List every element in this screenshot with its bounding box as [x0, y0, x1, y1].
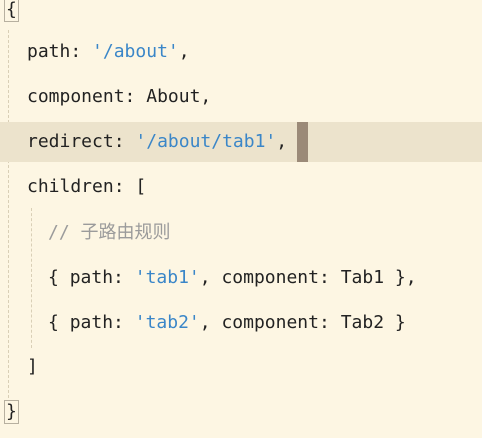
string-literal: 'tab2': [134, 312, 200, 333]
code-line-2: path: '/about',: [27, 41, 190, 62]
string-literal: '/about/tab1': [135, 131, 277, 152]
matched-brace-close: }: [4, 400, 19, 424]
bracket-open: [: [135, 176, 147, 197]
code-line-1: {: [4, 0, 482, 30]
code-line-8: { path: 'tab2', component: Tab2 }: [48, 312, 406, 333]
identifier: Tab1: [340, 267, 385, 288]
property-key: component: [221, 267, 319, 288]
identifier: Tab2: [340, 312, 385, 333]
code-line-3: component: About,: [27, 86, 212, 107]
code-editor[interactable]: { path: '/about', component: About, redi…: [0, 0, 482, 438]
code-line-9: ]: [0, 347, 482, 387]
string-literal: 'tab1': [134, 267, 200, 288]
matched-brace-open: {: [4, 0, 19, 22]
property-key: path: [27, 41, 71, 62]
code-line-5: children: [: [27, 176, 147, 197]
bracket-close: ]: [27, 356, 38, 377]
code-line-6: // 子路由规则: [0, 213, 482, 253]
property-key: component: [27, 86, 125, 107]
property-key: redirect: [27, 131, 114, 152]
property-key: path: [69, 312, 114, 333]
property-key: component: [221, 312, 319, 333]
code-comment: // 子路由规则: [48, 222, 171, 243]
property-key: path: [69, 267, 114, 288]
string-literal: '/about': [92, 41, 179, 62]
property-key: children: [27, 176, 114, 197]
code-line-10: }: [4, 392, 482, 432]
code-line-7: { path: 'tab1', component: Tab1 },: [48, 267, 417, 288]
identifier: About: [146, 86, 201, 107]
text-cursor: [297, 122, 308, 162]
code-line-4-current: redirect: '/about/tab1',: [0, 122, 482, 162]
